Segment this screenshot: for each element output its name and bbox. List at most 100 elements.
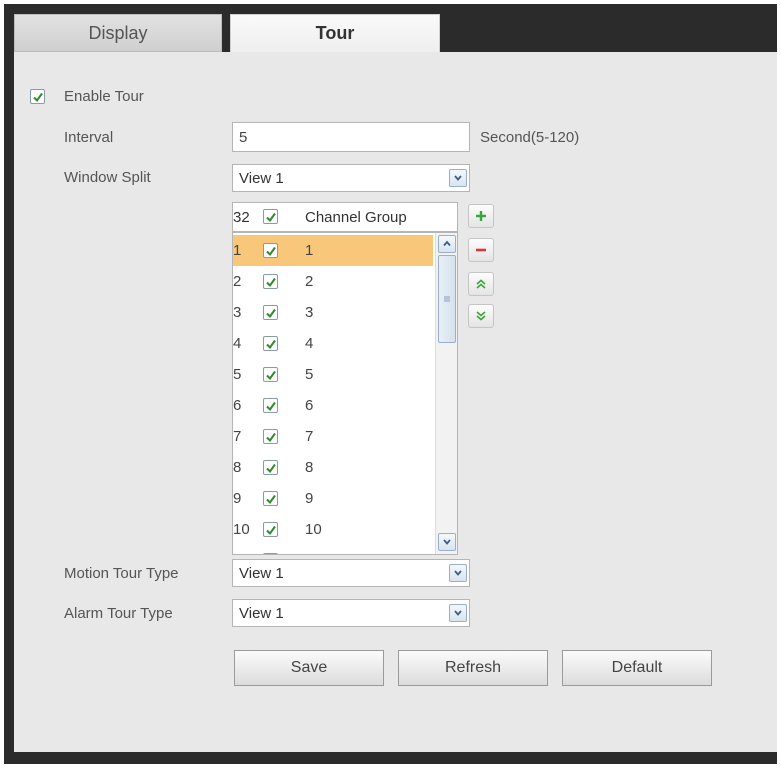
channel-name: 4 <box>305 335 314 352</box>
check-icon <box>265 308 276 318</box>
interval-unit: Second(5-120) <box>480 129 580 146</box>
tab-display[interactable]: Display <box>14 14 222 52</box>
refresh-button[interactable]: Refresh <box>398 650 548 686</box>
channel-row[interactable]: 88 <box>233 452 433 483</box>
scroll-thumb[interactable] <box>438 255 456 343</box>
channel-row[interactable]: 44 <box>233 328 433 359</box>
channel-number: 9 <box>233 490 242 507</box>
channel-checkbox[interactable] <box>263 367 278 382</box>
check-icon <box>265 555 277 556</box>
enable-tour-checkbox[interactable] <box>30 89 45 104</box>
check-icon <box>265 432 276 442</box>
remove-channel-button[interactable] <box>468 238 494 262</box>
check-icon <box>265 277 276 287</box>
scroll-up-button[interactable] <box>438 235 456 253</box>
tour-settings-panel: Enable Tour Interval 5 Second(5-120) Win… <box>14 52 777 752</box>
channel-name: 10 <box>305 521 322 538</box>
check-icon <box>32 92 43 102</box>
minus-icon <box>476 248 486 252</box>
scroll-down-button[interactable] <box>438 533 456 551</box>
channel-name: 9 <box>305 490 314 507</box>
check-icon <box>265 494 276 504</box>
window-split-value: View 1 <box>239 169 284 187</box>
channel-checkbox[interactable] <box>263 243 278 258</box>
motion-tour-type-label: Motion Tour Type <box>64 565 179 582</box>
alarm-tour-type-value: View 1 <box>239 604 284 622</box>
check-icon <box>265 401 276 411</box>
channel-number: 11 <box>233 552 259 554</box>
tab-tour[interactable]: Tour <box>230 14 440 52</box>
move-down-icon <box>476 311 486 321</box>
channel-row[interactable]: 11 <box>233 235 433 266</box>
window-split-label: Window Split <box>64 169 151 186</box>
channel-name: 5 <box>305 366 314 383</box>
channel-name: 6 <box>305 397 314 414</box>
add-channel-button[interactable] <box>468 204 494 228</box>
channel-checkbox[interactable] <box>263 274 278 289</box>
chevron-down-icon[interactable] <box>449 604 467 622</box>
channel-row[interactable]: 10 10 <box>233 514 433 545</box>
window-split-select[interactable]: View 1 <box>232 164 470 192</box>
channel-count: 32 <box>233 209 250 226</box>
motion-tour-type-value: View 1 <box>239 564 284 582</box>
channel-checkbox[interactable] <box>263 336 278 351</box>
interval-input[interactable]: 5 <box>232 122 470 152</box>
channel-row[interactable]: 22 <box>233 266 433 297</box>
channel-checkbox[interactable] <box>263 491 278 506</box>
enable-tour-label: Enable Tour <box>64 88 144 105</box>
tab-bar: Display Tour <box>14 14 777 52</box>
channel-name: 1 <box>305 242 314 259</box>
channel-checkbox[interactable] <box>263 305 278 320</box>
channel-checkbox[interactable] <box>263 522 278 537</box>
channel-number: 10 <box>233 521 250 538</box>
channel-checkbox[interactable] <box>263 553 278 556</box>
save-button[interactable]: Save <box>234 650 384 686</box>
interval-label: Interval <box>64 129 114 146</box>
alarm-tour-type-select[interactable]: View 1 <box>232 599 470 627</box>
channel-name: 11 <box>305 552 321 554</box>
check-icon <box>265 370 276 380</box>
chevron-down-icon[interactable] <box>449 564 467 582</box>
channel-number: 7 <box>233 428 242 445</box>
move-down-button[interactable] <box>468 304 494 328</box>
channel-row[interactable]: 66 <box>233 390 433 421</box>
channel-number: 1 <box>233 242 242 259</box>
channel-row[interactable]: 55 <box>233 359 433 390</box>
chevron-up-icon <box>443 240 451 247</box>
channel-list[interactable]: 11223344556677889910101111 <box>232 232 458 555</box>
move-up-icon <box>476 279 486 289</box>
check-icon <box>265 525 276 535</box>
channel-row[interactable]: 99 <box>233 483 433 514</box>
channel-number: 2 <box>233 273 242 290</box>
plus-icon <box>476 211 486 221</box>
channel-row[interactable]: 33 <box>233 297 433 328</box>
check-icon <box>265 463 276 473</box>
alarm-tour-type-label: Alarm Tour Type <box>64 605 173 622</box>
chevron-down-icon <box>443 539 451 545</box>
channel-number: 5 <box>233 366 242 383</box>
grip-icon <box>444 296 450 302</box>
check-icon <box>265 212 276 222</box>
check-icon <box>265 246 276 256</box>
channel-checkbox[interactable] <box>263 460 278 475</box>
move-up-button[interactable] <box>468 272 494 296</box>
select-all-checkbox[interactable] <box>263 209 278 224</box>
motion-tour-type-select[interactable]: View 1 <box>232 559 470 587</box>
channel-row[interactable]: 11 11 <box>233 545 433 556</box>
channel-row[interactable]: 77 <box>233 421 433 452</box>
channel-name: 7 <box>305 428 314 445</box>
channel-name: 8 <box>305 459 314 476</box>
channel-name: 2 <box>305 273 314 290</box>
channel-number: 3 <box>233 304 242 321</box>
check-icon <box>265 339 276 349</box>
channel-list-scrollbar[interactable] <box>435 233 457 554</box>
chevron-down-icon[interactable] <box>449 169 467 187</box>
channel-group-header: Channel Group <box>305 209 407 226</box>
channel-number: 4 <box>233 335 242 352</box>
channel-checkbox[interactable] <box>263 398 278 413</box>
channel-checkbox[interactable] <box>263 429 278 444</box>
channel-list-header: 32 Channel Group <box>232 202 458 232</box>
channel-number: 8 <box>233 459 242 476</box>
channel-number: 6 <box>233 397 242 414</box>
default-button[interactable]: Default <box>562 650 712 686</box>
